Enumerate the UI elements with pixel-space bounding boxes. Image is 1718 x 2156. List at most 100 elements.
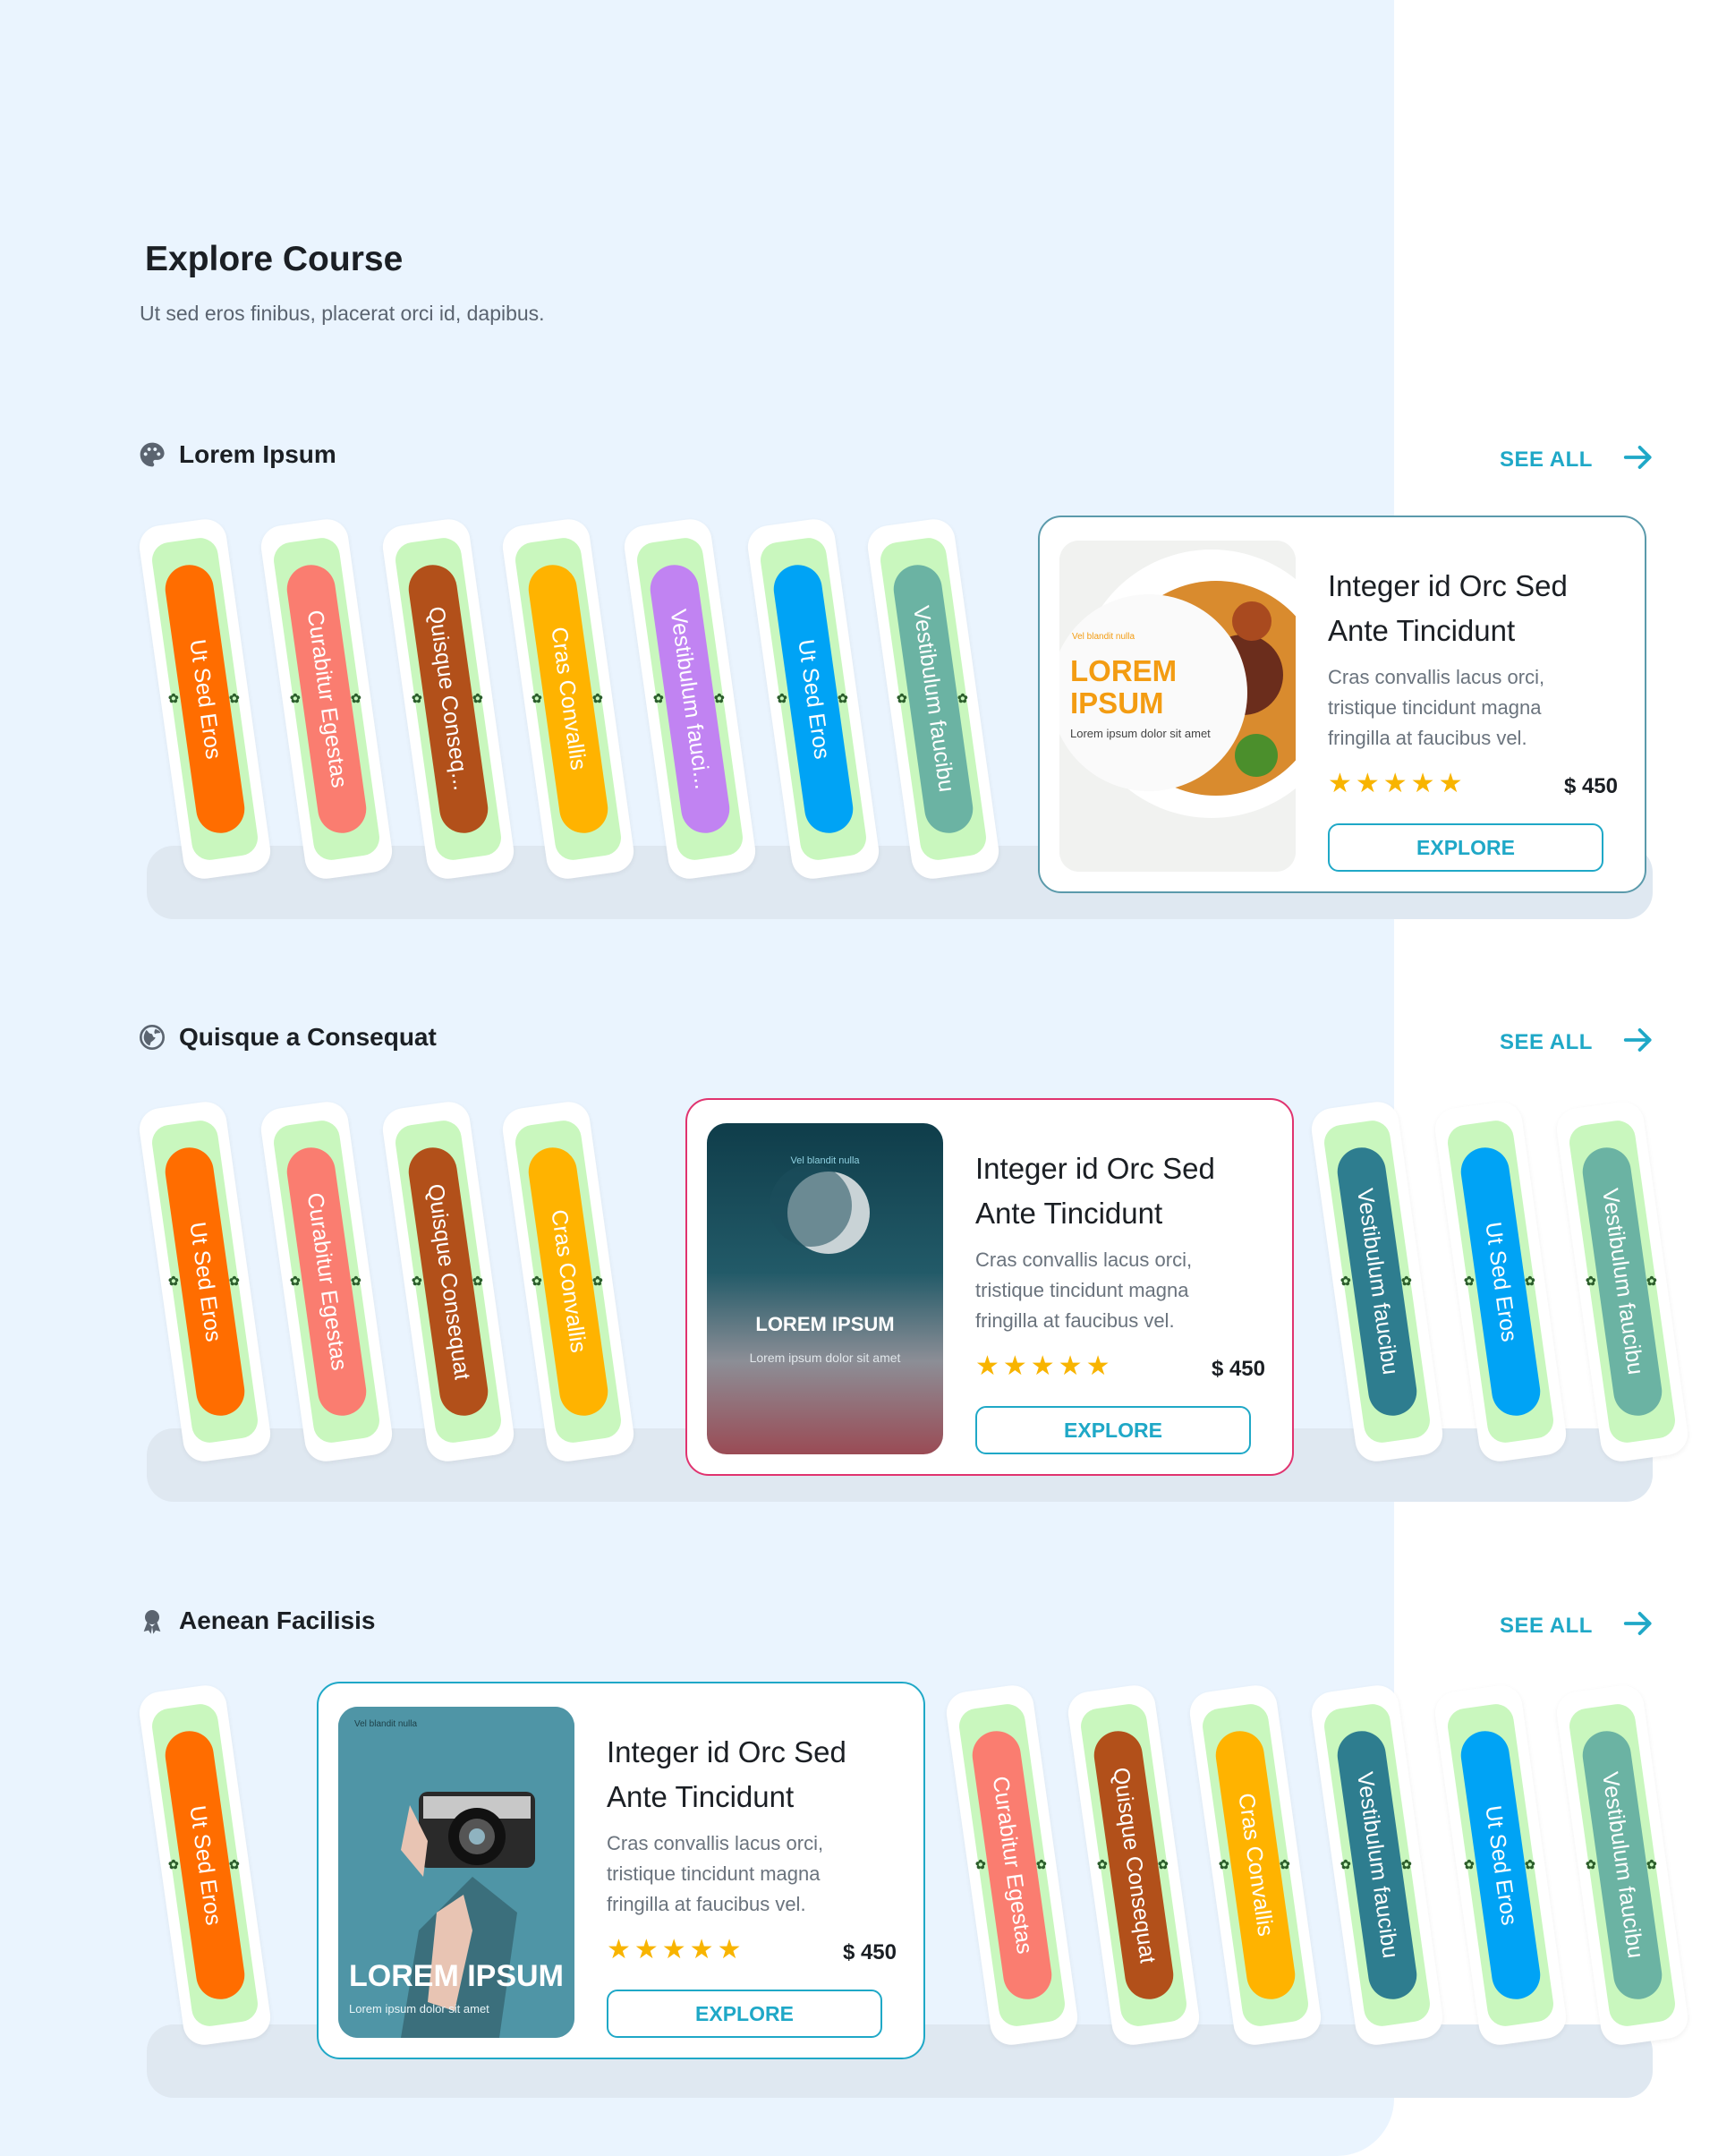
course-price: $ 450 <box>1211 1357 1265 1381</box>
course-spine[interactable]: ✿ ✿ Curabitur Egestas <box>943 1683 1081 2048</box>
explore-button[interactable]: EXPLORE <box>975 1406 1251 1454</box>
leaf-icon: ✿ <box>1340 1274 1351 1288</box>
spine-label: Ut Sed Eros <box>1480 1220 1522 1343</box>
course-spine[interactable]: ✿ ✿ Cras Convallis <box>1186 1683 1324 2048</box>
course-spine[interactable]: ✿ ✿ Vestibulum faucibu <box>864 516 1002 882</box>
leaf-icon: ✿ <box>229 1857 240 1871</box>
course-spine[interactable]: ✿ ✿ Ut Sed Eros <box>136 1683 274 2048</box>
section-title: Quisque a Consequat <box>179 1023 437 1051</box>
leaf-icon: ✿ <box>1525 1857 1535 1871</box>
leaf-icon: ✿ <box>229 1274 240 1288</box>
leaf-icon: ✿ <box>351 1274 361 1288</box>
leaf-icon: ✿ <box>1401 1857 1412 1871</box>
course-spine[interactable]: ✿ ✿ Ut Sed Eros <box>1432 1099 1569 1464</box>
course-card[interactable]: Vel blandit nulla LOREM IPSUM Lorem ipsu… <box>1038 516 1646 893</box>
course-spine[interactable]: ✿ ✿ Ut Sed Eros <box>1432 1683 1569 2048</box>
course-title: Integer id Orc Sed Ante Tincidunt <box>1328 569 1568 647</box>
spine-label: Ut Sed Eros <box>184 1803 226 1927</box>
leaf-icon: ✿ <box>229 691 240 705</box>
course-card[interactable]: Vel blandit nulla LOREM IPSUM Lorem ipsu… <box>685 1098 1294 1476</box>
explore-button[interactable]: EXPLORE <box>1328 823 1603 872</box>
leaf-icon: ✿ <box>975 1857 986 1871</box>
course-spine[interactable]: ✿ ✿ Ut Sed Eros <box>136 1099 274 1464</box>
rating-stars: ★★★★★ <box>607 1935 745 1964</box>
section-header-aenean: Aenean Facilisis <box>138 1606 375 1635</box>
course-spine[interactable]: ✿ ✿ Curabitur Egestas <box>258 516 395 882</box>
section-title: Lorem Ipsum <box>179 440 336 468</box>
arrow-right-icon[interactable] <box>1621 1023 1655 1057</box>
course-spine[interactable]: ✿ ✿ Quisque Conseq... <box>379 516 517 882</box>
course-title: Integer id Orc Sed Ante Tincidunt <box>607 1735 846 1813</box>
page-subtitle: Ut sed eros finibus, placerat orci id, d… <box>140 302 545 325</box>
see-all-link[interactable]: SEE ALL <box>1500 1030 1593 1055</box>
spine-label: Ut Sed Eros <box>1480 1803 1522 1927</box>
leaf-icon: ✿ <box>168 1274 179 1288</box>
leaf-icon: ✿ <box>1097 1857 1108 1871</box>
section-header-lorem-ipsum: Lorem Ipsum <box>138 440 336 469</box>
explore-button[interactable]: EXPLORE <box>607 1990 882 2038</box>
leaf-icon: ✿ <box>1525 1274 1535 1288</box>
course-spine[interactable]: ✿ ✿ Ut Sed Eros <box>136 516 274 882</box>
leaf-icon: ✿ <box>168 691 179 705</box>
course-card[interactable]: Vel blandit nulla LOREM IPSUM Lorem ipsu… <box>317 1682 925 2059</box>
leaf-icon: ✿ <box>838 691 848 705</box>
spine-label: Cras Convallis <box>546 1208 591 1355</box>
course-spine[interactable]: ✿ ✿ Cras Convallis <box>499 1099 637 1464</box>
rating-stars: ★★★★★ <box>1328 769 1467 798</box>
section-header-quisque: Quisque a Consequat <box>138 1023 437 1052</box>
leaf-icon: ✿ <box>472 691 483 705</box>
spine-label: Ut Sed Eros <box>184 1220 226 1343</box>
course-spine[interactable]: ✿ ✿ Vestibulum faucibu <box>1308 1683 1446 2048</box>
leaf-icon: ✿ <box>897 691 907 705</box>
leaf-icon: ✿ <box>1646 1274 1657 1288</box>
leaf-icon: ✿ <box>653 691 664 705</box>
spine-label: Ut Sed Eros <box>793 637 835 761</box>
leaf-icon: ✿ <box>1464 1274 1475 1288</box>
leaf-icon: ✿ <box>1464 1857 1475 1871</box>
leaf-icon: ✿ <box>1158 1857 1169 1871</box>
leaf-icon: ✿ <box>1586 1857 1596 1871</box>
arrow-right-icon[interactable] <box>1621 1606 1655 1640</box>
course-description: Cras convallis lacus orci, tristique tin… <box>607 1832 824 1915</box>
leaf-icon: ✿ <box>1646 1857 1657 1871</box>
leaf-icon: ✿ <box>168 1857 179 1871</box>
course-spine[interactable]: ✿ ✿ Quisque Consequat <box>379 1099 517 1464</box>
leaf-icon: ✿ <box>1340 1857 1351 1871</box>
spine-label: Ut Sed Eros <box>184 637 226 761</box>
section-title: Aenean Facilisis <box>179 1606 376 1634</box>
course-spine[interactable]: ✿ ✿ Quisque Consequat <box>1065 1683 1203 2048</box>
course-spine[interactable]: ✿ ✿ Curabitur Egestas <box>258 1099 395 1464</box>
leaf-icon: ✿ <box>1219 1857 1229 1871</box>
leaf-icon: ✿ <box>472 1274 483 1288</box>
leaf-icon: ✿ <box>957 691 968 705</box>
course-title: Integer id Orc Sed Ante Tincidunt <box>975 1152 1215 1230</box>
course-description: Cras convallis lacus orci, tristique tin… <box>1328 666 1545 749</box>
leaf-icon: ✿ <box>412 1274 422 1288</box>
page-title: Explore Course <box>145 240 404 278</box>
course-spine[interactable]: ✿ ✿ Ut Sed Eros <box>744 516 882 882</box>
course-spine[interactable]: ✿ ✿ Cras Convallis <box>499 516 637 882</box>
leaf-icon: ✿ <box>351 691 361 705</box>
leaf-icon: ✿ <box>290 691 301 705</box>
course-price: $ 450 <box>1563 774 1618 798</box>
leaf-icon: ✿ <box>290 1274 301 1288</box>
course-spine[interactable]: ✿ ✿ Vestibulum faucibu <box>1308 1099 1446 1464</box>
leaf-icon: ✿ <box>592 691 603 705</box>
course-spine[interactable]: ✿ ✿ Vestibulum faucibu <box>1553 1683 1691 2048</box>
leaf-icon: ✿ <box>592 1274 603 1288</box>
palette-icon <box>140 442 165 467</box>
course-price: $ 450 <box>842 1940 897 1964</box>
see-all-link[interactable]: SEE ALL <box>1500 447 1593 473</box>
award-icon <box>143 1610 161 1634</box>
arrow-right-icon[interactable] <box>1621 440 1655 474</box>
see-all-link[interactable]: SEE ALL <box>1500 1614 1593 1639</box>
course-spine[interactable]: ✿ ✿ Vestibulum faucibu <box>1553 1099 1691 1464</box>
globe-icon <box>140 1025 165 1050</box>
course-cover-image: Vel blandit nulla LOREM IPSUM Lorem ipsu… <box>338 1707 574 2038</box>
rating-stars: ★★★★★ <box>975 1351 1114 1381</box>
leaf-icon: ✿ <box>714 691 725 705</box>
course-spine[interactable]: ✿ ✿ Vestibulum fauci... <box>621 516 759 882</box>
leaf-icon: ✿ <box>1401 1274 1412 1288</box>
leaf-icon: ✿ <box>412 691 422 705</box>
leaf-icon: ✿ <box>1280 1857 1290 1871</box>
